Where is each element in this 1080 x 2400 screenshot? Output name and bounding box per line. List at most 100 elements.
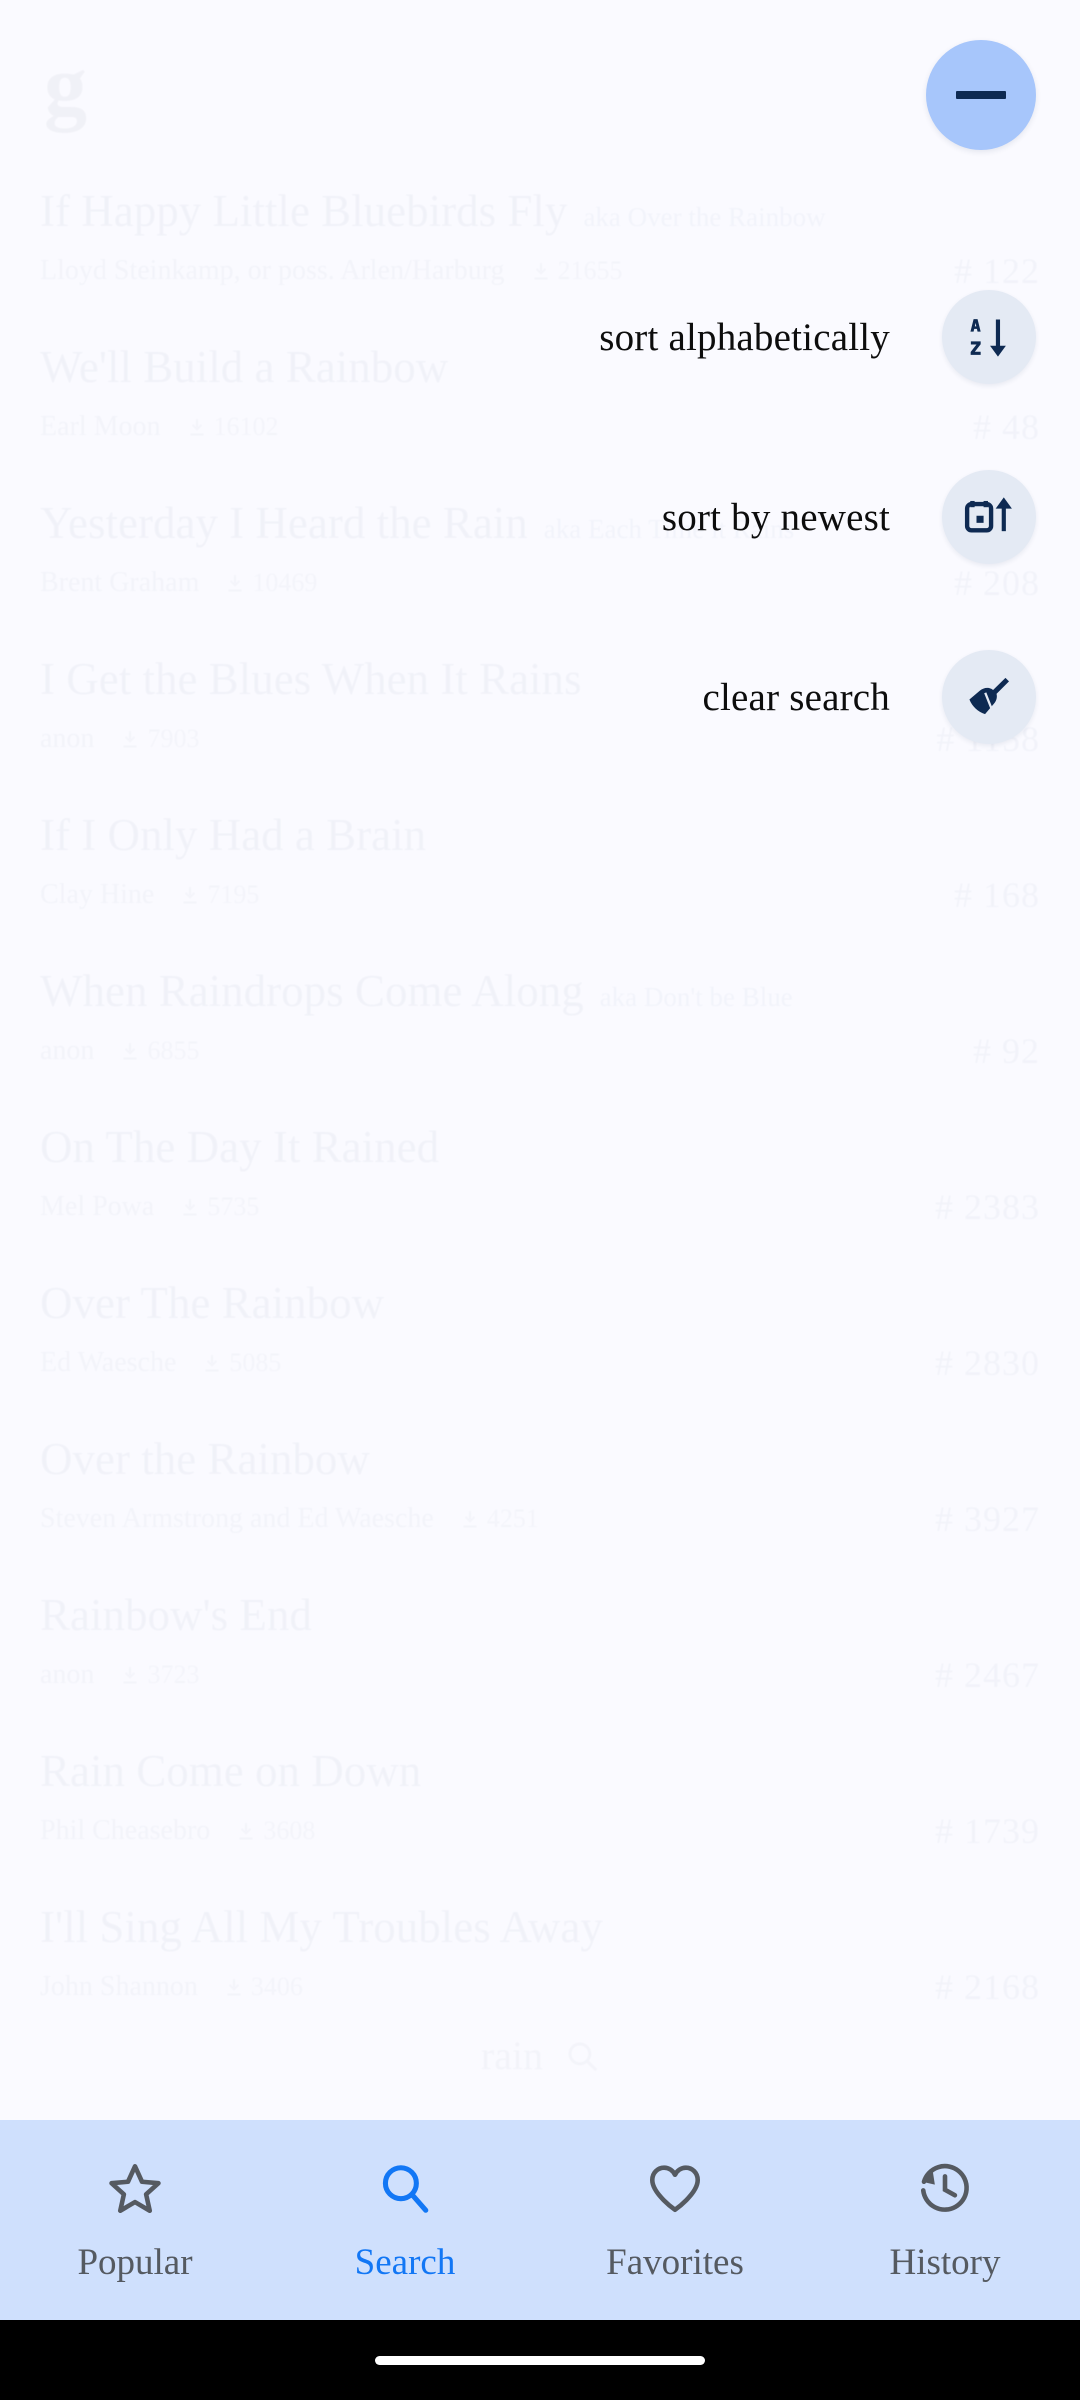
top-bar: g	[0, 0, 1080, 178]
download-count: 6855	[147, 1036, 199, 1066]
download-count-group: 3406	[224, 1972, 303, 2002]
download-count-group: 3723	[120, 1660, 199, 1690]
download-icon	[187, 415, 207, 439]
download-icon	[202, 1351, 222, 1375]
song-author: anon	[40, 1035, 94, 1067]
song-aka: aka Over the Rainbow	[583, 202, 825, 233]
song-row[interactable]: If I Only Had a Brain Clay Hine 7195 # 168	[40, 802, 1040, 958]
song-title: I Get the Blues When It Rains	[40, 654, 582, 706]
song-title: If Happy Little Bluebirds Fly	[40, 186, 567, 238]
download-count-group: 16102	[187, 412, 279, 442]
download-count: 16102	[214, 412, 279, 442]
song-author: Phil Cheasebro	[40, 1815, 210, 1847]
song-number: # 208	[954, 562, 1040, 604]
song-author: Clay Hine	[40, 879, 154, 911]
nav-item-label: Favorites	[606, 2241, 744, 2283]
search-icon	[565, 2039, 599, 2073]
download-count: 3723	[147, 1660, 199, 1690]
download-icon	[180, 883, 200, 907]
nav-item-favorites[interactable]: Favorites	[540, 2160, 810, 2281]
song-number: # 168	[954, 874, 1040, 916]
download-icon	[120, 727, 140, 751]
download-count-group: 5085	[202, 1348, 281, 1378]
song-title: Over The Rainbow	[40, 1278, 384, 1330]
nav-item-search[interactable]: Search	[270, 2160, 540, 2281]
nav-item-popular[interactable]: Popular	[0, 2160, 270, 2281]
sort-alphabetically-button[interactable]	[942, 290, 1036, 384]
song-number: # 2383	[935, 1186, 1040, 1228]
gesture-pill[interactable]	[375, 2355, 705, 2365]
search-query-text: rain	[481, 2032, 543, 2079]
download-icon	[120, 1663, 140, 1687]
download-icon	[225, 571, 245, 595]
download-icon	[236, 1819, 256, 1843]
song-author: anon	[40, 1659, 94, 1691]
download-count: 4251	[487, 1504, 539, 1534]
song-row[interactable]: Over the Rainbow Steven Armstrong and Ed …	[40, 1426, 1040, 1582]
sort-by-newest-action[interactable]: sort by newest	[662, 470, 1036, 564]
song-author: John Shannon	[40, 1971, 198, 2003]
search-input[interactable]: rain	[0, 2032, 1080, 2079]
sort-alphabetically-action[interactable]: sort alphabetically	[599, 290, 1036, 384]
song-title: On The Day It Rained	[40, 1122, 439, 1174]
song-number: # 48	[973, 406, 1040, 448]
song-author: Steven Armstrong and Ed Waesche	[40, 1503, 434, 1535]
download-icon	[531, 259, 551, 283]
song-number: # 1739	[935, 1810, 1040, 1852]
search-icon	[376, 2160, 434, 2218]
system-gesture-area	[0, 2320, 1080, 2400]
download-count: 21655	[558, 256, 623, 286]
song-title: I'll Sing All My Troubles Away	[40, 1902, 603, 1954]
song-number: # 3927	[935, 1498, 1040, 1540]
song-number: # 92	[973, 1030, 1040, 1072]
sort-by-newest-label: sort by newest	[661, 495, 890, 539]
song-number: # 2168	[935, 1966, 1040, 2008]
download-count: 10469	[252, 568, 317, 598]
clear-search-button[interactable]	[942, 650, 1036, 744]
song-row[interactable]: Rainbow's End anon 3723 # 2467	[40, 1582, 1040, 1738]
minus-icon	[956, 91, 1006, 99]
nav-item-history[interactable]: History	[810, 2160, 1080, 2281]
song-title: Over the Rainbow	[40, 1434, 370, 1486]
song-author: Earl Moon	[40, 411, 161, 443]
download-icon	[460, 1507, 480, 1531]
song-author: anon	[40, 723, 94, 755]
song-row[interactable]: Rain Come on Down Phil Cheasebro 3608 # 173…	[40, 1738, 1040, 1894]
clear-search-broom-icon	[964, 672, 1014, 722]
download-icon	[120, 1039, 140, 1063]
star-icon	[106, 2160, 164, 2218]
song-author: Ed Waesche	[40, 1347, 176, 1379]
download-count-group: 5735	[180, 1192, 259, 1222]
song-row[interactable]: On The Day It Rained Mel Powa 5735 # 2383	[40, 1114, 1040, 1270]
song-row[interactable]: When Raindrops Come Along aka Don't be Bl…	[40, 958, 1040, 1114]
song-number: # 122	[954, 250, 1040, 292]
bottom-navigation-bar: Popular Search Favorites History	[0, 2120, 1080, 2320]
history-clock-icon	[916, 2160, 974, 2218]
clear-search-action[interactable]: clear search	[702, 650, 1036, 744]
song-number: # 2830	[935, 1342, 1040, 1384]
download-icon	[224, 1975, 244, 1999]
speed-dial-close-button[interactable]	[926, 40, 1036, 150]
song-author: Mel Powa	[40, 1191, 154, 1223]
sort-alphabetically-label: sort alphabetically	[599, 315, 890, 359]
nav-item-label: History	[889, 2241, 1001, 2283]
clear-search-label: clear search	[702, 675, 890, 719]
song-row[interactable]: Over The Rainbow Ed Waesche 5085 # 2830	[40, 1270, 1040, 1426]
search-results-list[interactable]: If Happy Little Bluebirds Fly aka Over th…	[0, 178, 1080, 2050]
download-count: 7195	[207, 880, 259, 910]
song-row[interactable]: I'll Sing All My Troubles Away John Shann…	[40, 1894, 1040, 2050]
brand-logo: g	[44, 42, 1036, 128]
download-count: 5085	[229, 1348, 281, 1378]
nav-item-label: Popular	[77, 2241, 193, 2283]
download-count-group: 7903	[120, 724, 199, 754]
song-title: Rain Come on Down	[40, 1746, 421, 1798]
download-count: 5735	[207, 1192, 259, 1222]
download-count-group: 21655	[531, 256, 623, 286]
sort-by-newest-button[interactable]	[942, 470, 1036, 564]
song-title: If I Only Had a Brain	[40, 810, 426, 862]
download-count-group: 4251	[460, 1504, 539, 1534]
heart-icon	[646, 2160, 704, 2218]
download-count: 7903	[147, 724, 199, 754]
song-title: Rainbow's End	[40, 1590, 312, 1642]
download-count-group: 6855	[120, 1036, 199, 1066]
